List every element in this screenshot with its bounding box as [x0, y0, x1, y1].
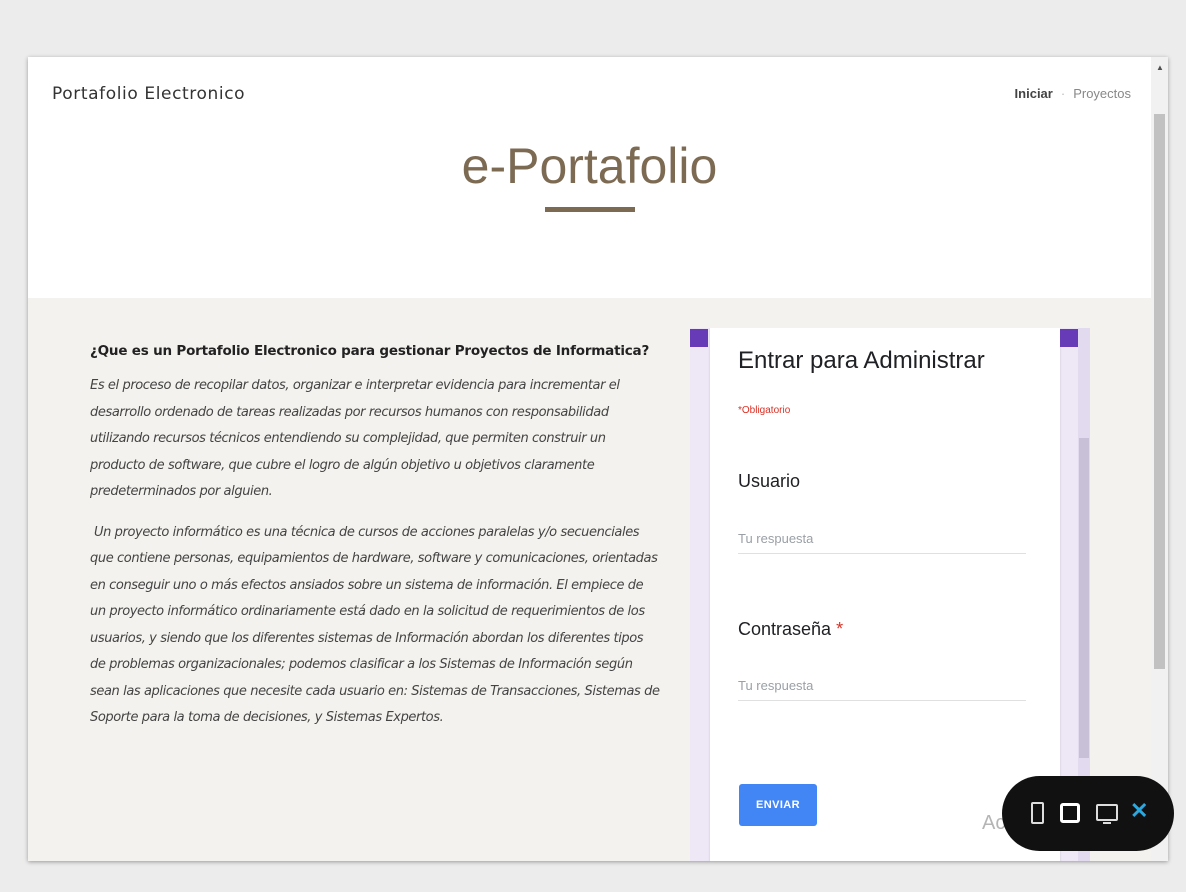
form-top-accent-right [1060, 329, 1078, 347]
intro-question: ¿Que es un Portafolio Electronico para g… [90, 343, 650, 359]
top-nav: Iniciar · Proyectos [1015, 86, 1131, 101]
page: Portafolio Electronico Iniciar · Proyectos… [28, 57, 1151, 861]
password-label: Contraseña [738, 619, 832, 639]
intro-text: ¿Que es un Portafolio Electronico para g… [90, 343, 660, 746]
tablet-view-icon[interactable] [1060, 803, 1080, 823]
form-title: Entrar para Administrar [738, 347, 985, 374]
desktop-view-icon[interactable] [1096, 804, 1118, 824]
hero-title: e-Portafolio [461, 138, 718, 194]
required-asterisk: * [836, 619, 844, 639]
brand-title[interactable]: Portafolio Electronico [52, 84, 245, 104]
hero-divider [545, 207, 635, 212]
nav-item-iniciar[interactable]: Iniciar [1015, 86, 1053, 101]
password-input[interactable] [738, 671, 1026, 701]
required-note: *Obligatorio [738, 405, 791, 416]
scroll-up-arrow-icon[interactable]: ▲ [1156, 63, 1164, 72]
page-scrollbar[interactable]: ▲ [1151, 57, 1168, 861]
submit-button[interactable]: ENVIAR [739, 784, 817, 826]
user-input[interactable] [738, 524, 1026, 554]
phone-view-icon[interactable] [1031, 802, 1044, 824]
page-scrollbar-thumb[interactable] [1154, 114, 1165, 669]
form-top-accent-left [690, 329, 708, 347]
form-scrollbar-thumb[interactable] [1079, 438, 1089, 758]
login-form-card: Entrar para Administrar *Obligatorio Usu… [710, 328, 1060, 861]
browser-window: Portafolio Electronico Iniciar · Proyectos… [28, 57, 1168, 861]
device-preview-toolbar: ✕ [1002, 776, 1174, 851]
intro-paragraph-1: Es el proceso de recopilar datos, organi… [90, 378, 620, 499]
nav-separator: · [1060, 86, 1066, 101]
page-header: Portafolio Electronico Iniciar · Proyectos… [28, 57, 1151, 298]
close-icon[interactable]: ✕ [1130, 798, 1148, 824]
nav-item-proyectos[interactable]: Proyectos [1073, 86, 1131, 101]
password-label-wrap: Contraseña * [738, 619, 843, 640]
user-label: Usuario [738, 471, 801, 491]
content-section: ¿Que es un Portafolio Electronico para g… [28, 298, 1151, 861]
intro-paragraph-2: Un proyecto informático es una técnica d… [90, 524, 660, 726]
